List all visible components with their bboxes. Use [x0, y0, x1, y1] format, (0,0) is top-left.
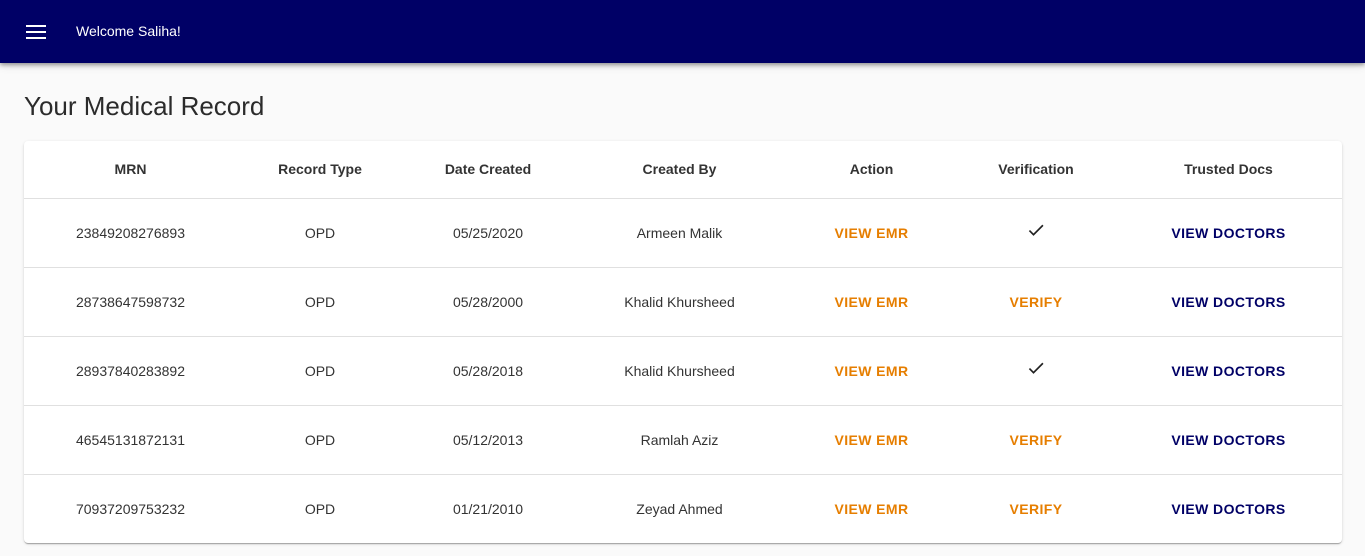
view-emr-button[interactable]: VIEW EMR	[835, 501, 909, 517]
date-created-value-cell: 05/28/2018	[403, 336, 573, 406]
view-doctors-button-cell: VIEW DOCTORS	[1115, 405, 1342, 475]
view-emr-button-cell: VIEW EMR	[786, 198, 957, 268]
column-header-mrn: MRN	[24, 141, 237, 199]
column-header-record-type: Record Type	[237, 141, 403, 199]
menu-button[interactable]	[16, 12, 56, 52]
created-by-value: Armeen Malik	[636, 224, 723, 241]
view-doctors-button[interactable]: VIEW DOCTORS	[1171, 501, 1285, 517]
verification-cell: VERIFY	[957, 405, 1115, 475]
created-by-value-cell: Armeen Malik	[573, 198, 786, 268]
record-type-value: OPD	[304, 500, 336, 517]
verification-cell	[957, 198, 1115, 268]
table-row: 23849208276893 OPD 05/25/2020 Armeen Malik V…	[24, 198, 1342, 268]
mrn-value-cell: 23849208276893	[24, 198, 237, 268]
view-doctors-button-cell: VIEW DOCTORS	[1115, 198, 1342, 268]
view-doctors-button-cell: VIEW DOCTORS	[1115, 474, 1342, 543]
verification-cell: VERIFY	[957, 267, 1115, 337]
mrn-value: 28937840283892	[75, 362, 185, 379]
created-by-value-cell: Khalid Khursheed	[573, 336, 786, 406]
view-emr-button[interactable]: VIEW EMR	[835, 294, 909, 310]
record-type-value: OPD	[304, 293, 336, 310]
verification-cell	[957, 336, 1115, 406]
page-title: Your Medical Record	[24, 91, 265, 121]
created-by-value: Ramlah Aziz	[640, 431, 719, 448]
view-emr-button-cell: VIEW EMR	[786, 267, 957, 337]
mrn-value: 46545131872131	[75, 431, 185, 448]
view-doctors-button[interactable]: VIEW DOCTORS	[1171, 294, 1285, 310]
mrn-value: 70937209753232	[75, 500, 185, 517]
table-body: 23849208276893 OPD 05/25/2020 Armeen Malik V…	[24, 198, 1342, 543]
date-created-value: 05/28/2000	[452, 293, 524, 310]
record-type-value-cell: OPD	[237, 336, 403, 406]
date-created-value: 05/25/2020	[452, 224, 524, 241]
verify-button[interactable]: VERIFY	[1010, 294, 1063, 310]
table-header-row: MRN Record Type Date Created Created By …	[24, 141, 1342, 199]
table-row: 70937209753232 OPD 01/21/2010 Zeyad Ahmed VI…	[24, 474, 1342, 543]
record-type-value-cell: OPD	[237, 405, 403, 475]
created-by-value-cell: Khalid Khursheed	[573, 267, 786, 337]
verify-button[interactable]: VERIFY	[1010, 501, 1063, 517]
column-header-trusted-docs: Trusted Docs	[1115, 141, 1342, 199]
verification-cell: VERIFY	[957, 474, 1115, 543]
created-by-value-cell: Ramlah Aziz	[573, 405, 786, 475]
mrn-value: 28738647598732	[75, 293, 185, 310]
medical-record-table-card: MRN Record Type Date Created Created By …	[24, 141, 1342, 543]
date-created-value: 01/21/2010	[452, 500, 524, 517]
date-created-value-cell: 01/21/2010	[403, 474, 573, 543]
welcome-text: Welcome Saliha!	[76, 23, 181, 39]
date-created-value-cell: 05/28/2000	[403, 267, 573, 337]
created-by-value: Khalid Khursheed	[624, 293, 735, 310]
date-created-value-cell: 05/25/2020	[403, 198, 573, 268]
created-by-value: Khalid Khursheed	[624, 362, 735, 379]
medical-record-table: MRN Record Type Date Created Created By …	[24, 141, 1342, 543]
column-header-created-by: Created By	[573, 141, 786, 199]
view-doctors-button-cell: VIEW DOCTORS	[1115, 336, 1342, 406]
verify-button[interactable]: VERIFY	[1010, 432, 1063, 448]
mrn-value-cell: 28738647598732	[24, 267, 237, 337]
view-doctors-button[interactable]: VIEW DOCTORS	[1171, 363, 1285, 379]
table-row: 46545131872131 OPD 05/12/2013 Ramlah Aziz VI…	[24, 405, 1342, 475]
view-emr-button-cell: VIEW EMR	[786, 474, 957, 543]
record-type-value: OPD	[304, 431, 336, 448]
view-doctors-button[interactable]: VIEW DOCTORS	[1171, 225, 1285, 241]
checkmark-icon	[1028, 224, 1044, 236]
record-type-value: OPD	[304, 224, 336, 241]
view-doctors-button-cell: VIEW DOCTORS	[1115, 267, 1342, 337]
view-emr-button-cell: VIEW EMR	[786, 405, 957, 475]
record-type-value: OPD	[304, 362, 336, 379]
record-type-value-cell: OPD	[237, 474, 403, 543]
table-row: 28937840283892 OPD 05/28/2018 Khalid Khursh…	[24, 336, 1342, 406]
record-type-value-cell: OPD	[237, 198, 403, 268]
column-header-verification: Verification	[957, 141, 1115, 199]
table-row: 28738647598732 OPD 05/28/2000 Khalid Khursh…	[24, 267, 1342, 337]
view-emr-button[interactable]: VIEW EMR	[835, 432, 909, 448]
view-emr-button-cell: VIEW EMR	[786, 336, 957, 406]
column-header-date-created: Date Created	[403, 141, 573, 199]
date-created-value-cell: 05/12/2013	[403, 405, 573, 475]
view-doctors-button[interactable]: VIEW DOCTORS	[1171, 432, 1285, 448]
created-by-value-cell: Zeyad Ahmed	[573, 474, 786, 543]
app-bar: Welcome Saliha!	[0, 0, 1365, 63]
date-created-value: 05/28/2018	[452, 362, 524, 379]
menu-icon	[26, 25, 46, 39]
column-header-action: Action	[786, 141, 957, 199]
mrn-value-cell: 46545131872131	[24, 405, 237, 475]
view-emr-button[interactable]: VIEW EMR	[835, 363, 909, 379]
created-by-value: Zeyad Ahmed	[636, 500, 723, 517]
view-emr-button[interactable]: VIEW EMR	[835, 225, 909, 241]
mrn-value-cell: 28937840283892	[24, 336, 237, 406]
checkmark-icon	[1028, 362, 1044, 374]
record-type-value-cell: OPD	[237, 267, 403, 337]
mrn-value-cell: 70937209753232	[24, 474, 237, 543]
mrn-value: 23849208276893	[75, 224, 185, 241]
date-created-value: 05/12/2013	[452, 431, 524, 448]
